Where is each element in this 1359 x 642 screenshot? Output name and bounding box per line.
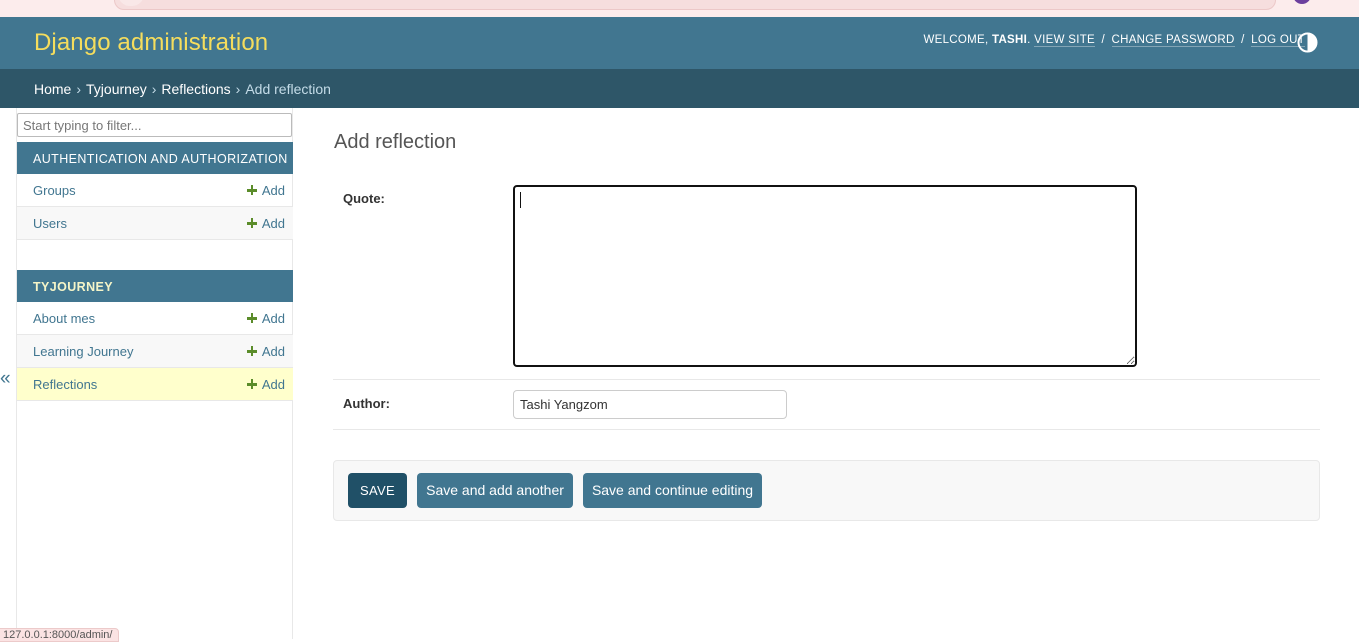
site-title[interactable]: Django administration (34, 29, 268, 57)
add-users-link[interactable]: Add (246, 216, 285, 231)
quote-label: Quote: (343, 191, 385, 206)
module-caption-auth[interactable]: AUTHENTICATION AND AUTHORIZATION (17, 142, 293, 174)
nav-filter-input[interactable] (17, 113, 292, 137)
admin-header: Django administration WELCOME, TASHI. VI… (0, 17, 1359, 69)
nav-sidebar: AUTHENTICATION AND AUTHORIZATION Groups … (16, 108, 293, 639)
plus-icon (246, 379, 257, 389)
sidebar-item-about-mes: About mes Add (17, 302, 293, 335)
sidebar-item-label[interactable]: Users (33, 216, 67, 231)
plus-icon (246, 346, 257, 356)
breadcrumb-separator: › (151, 81, 157, 97)
sidebar-item-users: Users Add (17, 207, 293, 240)
breadcrumb-separator: › (76, 81, 82, 97)
breadcrumb-separator: › (235, 81, 241, 97)
author-label: Author: (343, 396, 390, 411)
add-reflections-link[interactable]: Add (246, 377, 285, 392)
breadcrumb-tyjourney[interactable]: Tyjourney (86, 81, 147, 97)
status-bar-url: 127.0.0.1:8000/admin/ (0, 628, 120, 642)
sidebar-item-label[interactable]: Learning Journey (33, 344, 133, 359)
breadcrumb-reflections[interactable]: Reflections (161, 81, 230, 97)
page-title: Add reflection (334, 131, 457, 153)
add-learning-journey-link[interactable]: Add (246, 344, 285, 359)
sidebar-item-reflections: Reflections Add (17, 368, 293, 401)
breadcrumb: Home › Tyjourney › Reflections › Add reflectio… (0, 69, 1359, 108)
submit-row: SAVE Save and add another Save and conti… (333, 460, 1320, 521)
sidebar-item-groups: Groups Add (17, 174, 293, 207)
change-password-link[interactable]: CHANGE PASSWORD (1111, 34, 1235, 47)
plus-icon (246, 218, 257, 228)
collapse-sidebar-icon[interactable]: « (0, 369, 14, 389)
sidebar-item-label[interactable]: Groups (33, 183, 76, 198)
browser-address-bar[interactable] (114, 0, 1276, 10)
username: TASHI (991, 34, 1028, 46)
breadcrumb-current: Add reflection (245, 81, 331, 97)
text-cursor (520, 192, 521, 208)
module-caption-tyjourney[interactable]: TYJOURNEY (17, 270, 293, 302)
add-about-mes-link[interactable]: Add (246, 311, 285, 326)
sidebar-item-label[interactable]: About mes (33, 311, 95, 326)
user-tools-separator: / (1101, 34, 1105, 46)
breadcrumb-home[interactable]: Home (34, 81, 71, 97)
plus-icon (246, 185, 257, 195)
add-groups-link[interactable]: Add (246, 183, 285, 198)
plus-icon (246, 313, 257, 323)
author-field[interactable] (513, 390, 787, 419)
quote-textarea[interactable] (513, 185, 1137, 367)
save-and-add-another-button[interactable]: Save and add another (417, 473, 573, 508)
welcome-text: WELCOME, (923, 34, 989, 46)
save-button[interactable]: SAVE (348, 473, 407, 508)
user-tools-separator: / (1241, 34, 1245, 46)
sidebar-item-learning-journey: Learning Journey Add (17, 335, 293, 368)
theme-toggle-icon[interactable] (1297, 32, 1318, 53)
user-tools: WELCOME, TASHI. VIEW SITE / CHANGE PASSW… (923, 34, 1305, 47)
save-and-continue-button[interactable]: Save and continue editing (583, 473, 762, 508)
sidebar-item-label[interactable]: Reflections (33, 377, 97, 392)
view-site-link[interactable]: VIEW SITE (1034, 34, 1095, 47)
form-row-author: Author: (333, 380, 1320, 430)
